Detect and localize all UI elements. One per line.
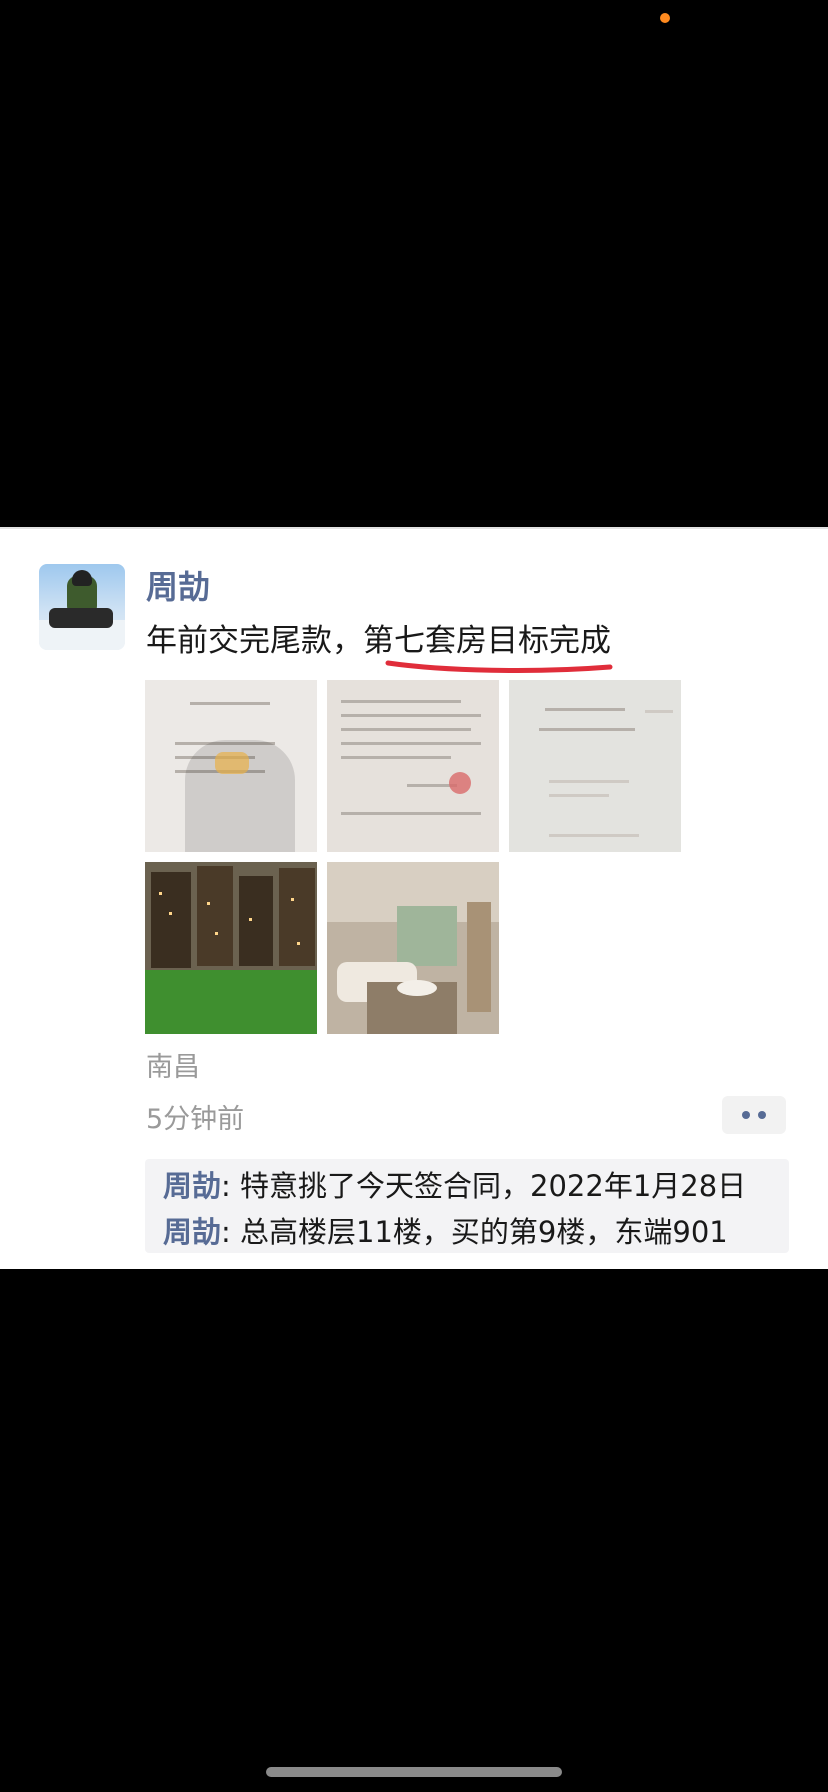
comment[interactable]: 周劼: 特意挑了今天签合同，2022年1月28日 (163, 1163, 746, 1205)
author-avatar[interactable] (39, 564, 125, 650)
contract-cover-photo[interactable] (509, 680, 681, 852)
post-time: 5分钟前 (146, 1104, 245, 1135)
author-name[interactable]: 周劼 (146, 562, 210, 608)
recording-indicator-dot (660, 13, 670, 23)
post-text: 年前交完尾款，第七套房目标完成 (146, 623, 611, 659)
living-room-photo[interactable] (327, 862, 499, 1034)
comment-author[interactable]: 周劼 (163, 1169, 221, 1203)
building-model-photo[interactable] (145, 862, 317, 1034)
home-indicator[interactable] (266, 1767, 562, 1777)
post-location[interactable]: 南昌 (146, 1045, 200, 1084)
comment-text: 特意挑了今天签合同，2022年1月28日 (240, 1169, 747, 1203)
more-dots-icon (742, 1111, 750, 1119)
comment-text: 总高楼层11楼，买的第9楼，东端901 (240, 1215, 728, 1249)
photo-grid (145, 680, 681, 1036)
comment[interactable]: 周劼: 总高楼层11楼，买的第9楼，东端901 (163, 1209, 728, 1251)
contract-page-photo[interactable] (145, 680, 317, 852)
red-underline-annotation (385, 660, 613, 673)
moment-post: 周劼 年前交完尾款，第七套房目标完成 南昌 5分钟前 周劼: 特意挑了今天签合同… (0, 527, 828, 1269)
comment-list: 周劼: 特意挑了今天签合同，2022年1月28日 周劼: 总高楼层11楼，买的第… (145, 1159, 789, 1253)
more-button[interactable] (722, 1096, 786, 1134)
comment-author[interactable]: 周劼 (163, 1215, 221, 1249)
signed-contract-photo[interactable] (327, 680, 499, 852)
screen: 周劼 年前交完尾款，第七套房目标完成 南昌 5分钟前 周劼: 特意挑了今天签合同… (0, 0, 828, 1792)
